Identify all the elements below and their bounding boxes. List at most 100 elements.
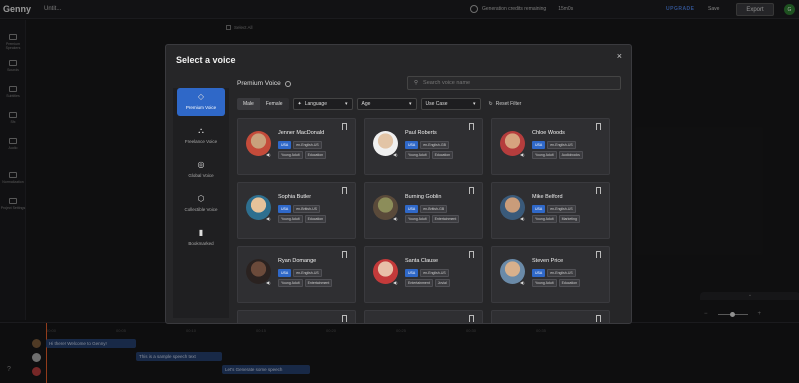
voice-card[interactable]: ◀) Burning Goblin USA en-British-GB Young Ad… — [364, 182, 483, 239]
bookmark-icon[interactable] — [342, 251, 347, 258]
voice-card[interactable]: ◀) Paul Roberts USA en-English-GB Young Adul… — [364, 118, 483, 175]
language-tag: en-English-GB — [420, 141, 449, 149]
play-icon[interactable]: ◀) — [520, 216, 524, 221]
voice-card[interactable] — [364, 310, 483, 323]
diamond-icon: ◇ — [197, 92, 205, 101]
play-icon[interactable]: ◀) — [393, 152, 397, 157]
use-case-tag: Education — [304, 151, 327, 159]
flag-icon: USA — [278, 269, 292, 277]
age-dropdown[interactable]: Age ▾ — [356, 98, 417, 110]
play-icon[interactable]: ◀) — [266, 216, 270, 221]
flag-icon: USA — [532, 141, 546, 149]
flag-icon: USA — [278, 205, 292, 213]
bookmark-icon: ▮ — [198, 228, 204, 237]
language-icon: ✦ — [297, 101, 302, 107]
voice-tags: USA en-English-US — [532, 205, 576, 213]
chevron-down-icon: ▾ — [409, 101, 412, 107]
voice-card[interactable]: ◀) Chloe Woods USA en-English-US Young Adult… — [491, 118, 610, 175]
play-icon[interactable]: ◀) — [393, 216, 397, 221]
tab-global-voice[interactable]: ◎ Global Voice — [173, 156, 229, 184]
age-tag: Young Adult — [532, 151, 557, 159]
use-case-tag: Jovial — [434, 279, 450, 287]
language-tag: en-English-US — [420, 269, 449, 277]
language-tag: en-British-US — [293, 205, 321, 213]
age-tag: Young Adult — [532, 279, 557, 287]
voice-card[interactable]: ◀) Mike Belford USA en-English-US Young Adul… — [491, 182, 610, 239]
play-icon[interactable]: ◀) — [520, 280, 524, 285]
use-case-tag: Education — [304, 215, 327, 223]
bookmark-icon[interactable] — [342, 315, 347, 322]
search-box[interactable]: ⚲ — [407, 76, 621, 90]
bookmark-icon[interactable] — [596, 315, 601, 322]
voice-card[interactable] — [237, 310, 356, 323]
bookmark-icon[interactable] — [469, 187, 474, 194]
app-root: Genny Untit... Generation credits remain… — [0, 0, 799, 383]
age-tag: Young Adult — [278, 151, 303, 159]
use-case-dropdown[interactable]: Use Case ▾ — [420, 98, 481, 110]
voice-tags: USA en-English-US — [278, 269, 322, 277]
voice-tags: Young Adult Entertainment — [405, 215, 460, 223]
tab-collectible-voice[interactable]: ⬡ Collectible Voice — [173, 190, 229, 218]
voice-tags: USA en-British-GB — [405, 205, 448, 213]
language-tag: en-English-US — [293, 269, 322, 277]
voice-tags: Young Adult Education — [405, 151, 454, 159]
play-icon[interactable]: ◀) — [393, 280, 397, 285]
close-icon[interactable]: × — [617, 51, 622, 61]
reset-filter-button[interactable]: ↻ Reset Filter — [489, 101, 522, 107]
voice-tags: USA en-English-US — [278, 141, 322, 149]
bookmark-icon[interactable] — [596, 251, 601, 258]
language-dropdown[interactable]: ✦ Language ▾ — [292, 98, 353, 110]
flag-icon: USA — [405, 141, 419, 149]
age-tag: Entertainment — [405, 279, 433, 287]
voice-card[interactable]: ◀) Ryan Domange USA en-English-US Young Adul… — [237, 246, 356, 303]
language-tag: en-English-US — [547, 205, 576, 213]
select-voice-modal: Select a voice × ◇ Premium Voice ⛬ Freel… — [165, 44, 632, 324]
language-tag: en-English-US — [293, 141, 322, 149]
age-tag: Young Adult — [405, 215, 430, 223]
filter-female-button[interactable]: Female — [259, 98, 289, 110]
bookmark-icon[interactable] — [342, 187, 347, 194]
bookmark-icon[interactable] — [342, 123, 347, 130]
play-icon[interactable]: ◀) — [520, 152, 524, 157]
age-tag: Young Adult — [405, 151, 430, 159]
filter-male-button[interactable]: Male — [237, 98, 260, 110]
voice-tags: USA en-English-US — [405, 269, 449, 277]
voice-card[interactable]: ◀) Jenner MacDonald USA en-English-US Young … — [237, 118, 356, 175]
voice-tags: USA en-English-US — [532, 269, 576, 277]
play-icon[interactable]: ◀) — [266, 152, 270, 157]
language-tag: en-English-US — [547, 141, 576, 149]
info-icon[interactable] — [284, 80, 291, 87]
use-case-tag: Entertainment — [431, 215, 460, 223]
voice-tags: Young Adult Marketing — [532, 215, 580, 223]
chevron-down-icon: ▾ — [473, 101, 476, 107]
bookmark-icon[interactable] — [469, 123, 474, 130]
voice-tags: Young Adult Entertainment — [278, 279, 333, 287]
voice-card[interactable]: ◀) Sophia Butler USA en-British-US Young Adu… — [237, 182, 356, 239]
voice-name: Jenner MacDonald — [278, 130, 325, 136]
search-input[interactable] — [423, 80, 604, 86]
bookmark-icon[interactable] — [596, 123, 601, 130]
language-tag: en-British-GB — [420, 205, 448, 213]
voice-grid: ◀) Jenner MacDonald USA en-English-US Young … — [237, 118, 612, 323]
voice-name: Steven Price — [532, 258, 564, 264]
tab-premium-voice[interactable]: ◇ Premium Voice — [177, 88, 225, 116]
flag-icon: USA — [278, 141, 292, 149]
voice-name: Paul Roberts — [405, 130, 437, 136]
voice-card[interactable]: ◀) Steven Price USA en-English-US Young Adul… — [491, 246, 610, 303]
flag-icon: USA — [532, 205, 546, 213]
voice-card[interactable]: ◀) Santa Clause USA en-English-US Entertainm… — [364, 246, 483, 303]
voice-card[interactable] — [491, 310, 610, 323]
voice-panel: Premium Voice ⚲ Male Female ✦Language ▾ … — [237, 75, 622, 323]
play-icon[interactable]: ◀) — [266, 280, 270, 285]
tab-bookmarked[interactable]: ▮ Bookmarked — [173, 224, 229, 252]
voice-tags: USA en-English-GB — [405, 141, 449, 149]
voice-tags: Young Adult Audiobooks — [532, 151, 583, 159]
use-case-tag: Marketing — [558, 215, 580, 223]
flag-icon: USA — [532, 269, 546, 277]
use-case-tag: Audiobooks — [558, 151, 583, 159]
use-case-tag: Education — [431, 151, 454, 159]
tab-freelance-voice[interactable]: ⛬ Freelance Voice — [173, 122, 229, 150]
bookmark-icon[interactable] — [469, 251, 474, 258]
bookmark-icon[interactable] — [469, 315, 474, 322]
bookmark-icon[interactable] — [596, 187, 601, 194]
